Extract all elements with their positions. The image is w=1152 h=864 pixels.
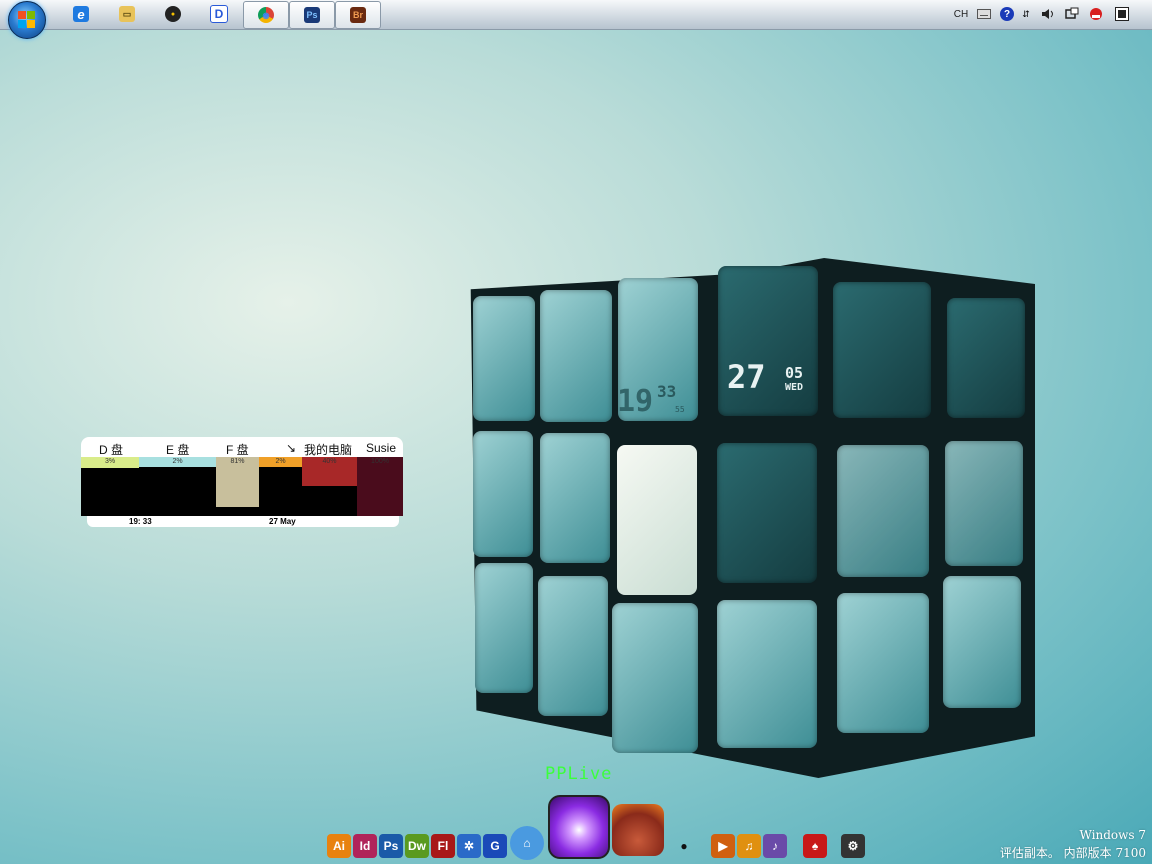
pinned-d-app[interactable]: D: [206, 2, 232, 26]
chrome-icon: ◉: [258, 7, 274, 23]
usage-percent: 2%: [259, 457, 302, 466]
help-icon[interactable]: ?: [1000, 7, 1014, 21]
pinned-qq[interactable]: ●: [160, 2, 186, 26]
colosseum-app-icon[interactable]: [612, 804, 664, 856]
taskbar: e ▭ ● D ◉ Ps Br CH ? ⇵: [0, 0, 1152, 39]
widget-time: 19: 33: [129, 517, 152, 526]
task-photoshop[interactable]: Ps: [289, 1, 335, 29]
explorer-icon: ▭: [119, 6, 135, 22]
usage-bar: [139, 466, 216, 467]
date-weekday: WED: [785, 382, 804, 393]
system-tray: CH ? ⇵: [952, 0, 1152, 29]
qq-icon: ●: [165, 6, 181, 22]
date-month: 05: [785, 364, 804, 382]
task-bridge[interactable]: Br: [335, 1, 381, 29]
widget-footer: 19: 33 27 May: [87, 516, 399, 527]
spade-app-icon[interactable]: ♠: [803, 834, 827, 858]
column-label[interactable]: D 盘: [99, 441, 123, 458]
usage-bar: [259, 466, 302, 467]
column-label[interactable]: F 盘: [226, 441, 249, 458]
media-player-icon[interactable]: ▶: [711, 834, 735, 858]
column-label[interactable]: Susie: [366, 441, 396, 455]
volume-icon[interactable]: [1040, 6, 1056, 22]
clock-minutes: 33: [657, 382, 677, 401]
settings-icon[interactable]: ✲: [457, 834, 481, 858]
windows-logo-icon: [18, 11, 36, 29]
usage-percent: 100%: [357, 457, 403, 466]
watermark-line1: Windows 7: [1079, 828, 1146, 842]
google-icon[interactable]: G: [483, 834, 507, 858]
network-icon[interactable]: [1064, 6, 1080, 22]
drive-usage-widget: D 盘 E 盘 F 盘 ↘ 我的电脑 Susie 3% 2% 81% 2% 40% 100…: [81, 437, 403, 529]
show-desktop-icon[interactable]: [1114, 6, 1130, 22]
pinned-explorer[interactable]: ▭: [114, 2, 140, 26]
column-label[interactable]: 我的电脑: [304, 441, 352, 458]
usage-percent: 2%: [139, 457, 216, 466]
options-icon[interactable]: ⇵: [1018, 6, 1034, 22]
task-chrome[interactable]: ◉: [243, 1, 289, 29]
start-button[interactable]: [8, 1, 46, 39]
column-label[interactable]: ↘: [286, 441, 296, 455]
bridge-icon: Br: [350, 7, 366, 23]
gear-icon[interactable]: ⚙: [841, 834, 865, 858]
windows-version-watermark: Windows 7 评估副本。 内部版本 7100: [1000, 826, 1146, 862]
usage-percent: 3%: [81, 457, 139, 466]
usage-percent: 81%: [216, 457, 259, 466]
usage-bar: [357, 466, 403, 516]
indesign-icon[interactable]: Id: [353, 834, 377, 858]
music-icon[interactable]: ♫: [737, 834, 761, 858]
dock: Ai Id Ps Dw Fl ✲ G ⌂ ● ▶ ♫ ♪ ♠ ⚙: [0, 790, 1152, 864]
language-indicator[interactable]: CH: [952, 6, 970, 22]
column-label[interactable]: E 盘: [166, 441, 189, 458]
photoshop-dock-icon[interactable]: Ps: [379, 834, 403, 858]
pinned-ie[interactable]: e: [68, 2, 94, 26]
widget-header: D 盘 E 盘 F 盘 ↘ 我的电脑 Susie: [81, 437, 403, 457]
usage-bar: [302, 466, 357, 486]
dreamweaver-icon[interactable]: Dw: [405, 834, 429, 858]
photoshop-icon: Ps: [304, 7, 320, 23]
qq-dock-icon[interactable]: ●: [672, 834, 696, 858]
ie-icon: e: [73, 6, 89, 22]
widget-date: 27 May: [269, 517, 296, 526]
usage-bar: [216, 466, 259, 507]
d-app-icon: D: [210, 5, 228, 23]
flash-icon[interactable]: Fl: [431, 834, 455, 858]
clock-hours: 19: [617, 384, 654, 419]
keyboard-icon[interactable]: [976, 6, 992, 22]
date-day: 27: [727, 358, 766, 396]
itunes-icon[interactable]: ♪: [763, 834, 787, 858]
watermark-line2: 评估副本。 内部版本 7100: [999, 846, 1146, 860]
home-icon[interactable]: ⌂: [510, 826, 544, 860]
alert-app-icon[interactable]: [1088, 6, 1104, 22]
widget-bars: [81, 466, 403, 516]
wallpaper-cube: 19 33 55 27 05 WED: [465, 258, 1035, 778]
usage-bar: [81, 466, 139, 468]
dock-hover-label: PPLive: [545, 764, 613, 784]
usage-percent: 40%: [302, 457, 357, 466]
clock-seconds: 55: [675, 405, 685, 414]
illustrator-icon[interactable]: Ai: [327, 834, 351, 858]
